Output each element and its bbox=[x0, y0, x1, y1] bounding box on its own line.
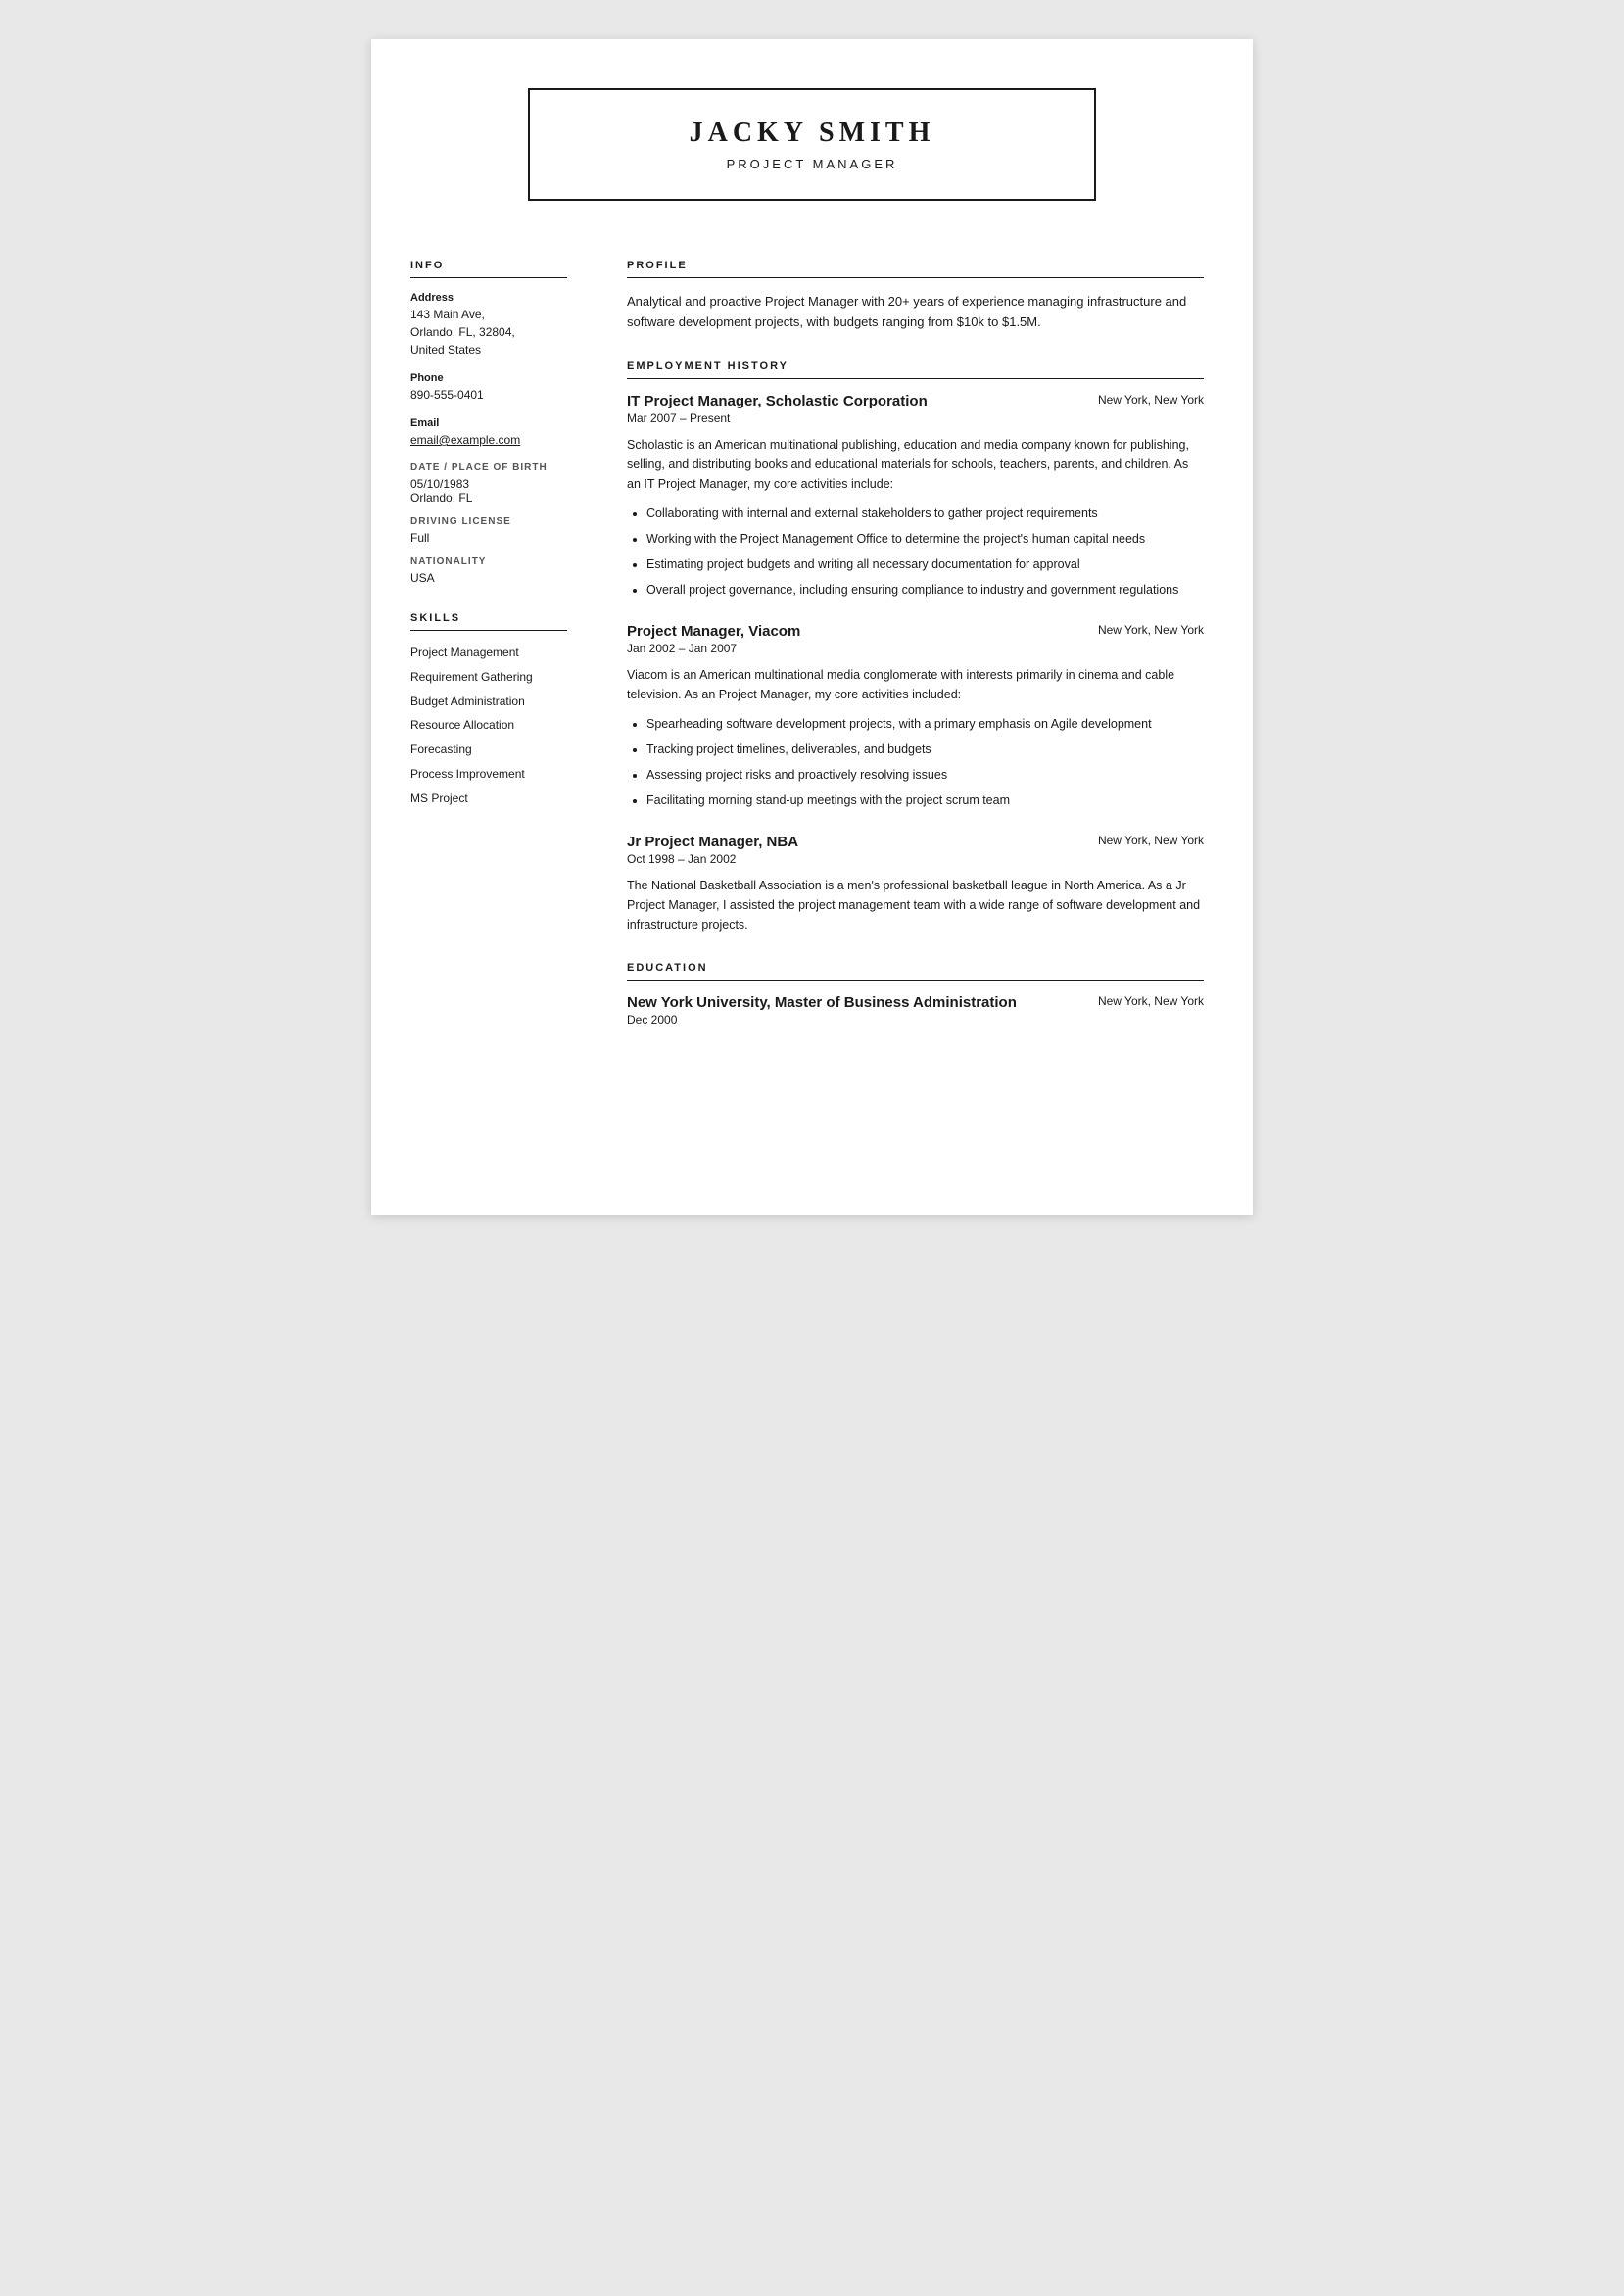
job-entry: IT Project Manager, Scholastic Corporati… bbox=[627, 393, 1204, 599]
job-location: New York, New York bbox=[1098, 623, 1204, 637]
jobs-list: IT Project Manager, Scholastic Corporati… bbox=[627, 393, 1204, 934]
header-title: PROJECT MANAGER bbox=[608, 157, 1016, 171]
dob-value: 05/10/1983 Orlando, FL bbox=[410, 477, 567, 504]
phone-label: Phone bbox=[410, 372, 567, 384]
skill-item: Process Improvement bbox=[410, 766, 567, 783]
address-label: Address bbox=[410, 292, 567, 304]
job-dates: Mar 2007 – Present bbox=[627, 411, 1204, 425]
body-layout: INFO Address 143 Main Ave,Orlando, FL, 3… bbox=[371, 240, 1253, 1093]
job-location: New York, New York bbox=[1098, 834, 1204, 847]
skills-list: Project Management Requirement Gathering B… bbox=[410, 645, 567, 807]
job-location: New York, New York bbox=[1098, 393, 1204, 407]
header-box: JACKY SMITH PROJECT MANAGER bbox=[528, 88, 1096, 201]
job-bullet-item: Collaborating with internal and external… bbox=[646, 503, 1204, 523]
employment-section: EMPLOYMENT HISTORY IT Project Manager, S… bbox=[627, 360, 1204, 934]
skill-item: Resource Allocation bbox=[410, 717, 567, 734]
job-description: Viacom is an American multinational medi… bbox=[627, 665, 1204, 704]
job-title: Jr Project Manager, NBA bbox=[627, 834, 798, 850]
edu-title: New York University, Master of Business … bbox=[627, 994, 1017, 1011]
employment-section-title: EMPLOYMENT HISTORY bbox=[627, 360, 1204, 379]
main-content: PROFILE Analytical and proactive Project… bbox=[597, 240, 1253, 1093]
email-label: Email bbox=[410, 417, 567, 429]
edu-list: New York University, Master of Business … bbox=[627, 994, 1204, 1027]
education-section-title: EDUCATION bbox=[627, 962, 1204, 981]
job-bullet-item: Assessing project risks and proactively … bbox=[646, 765, 1204, 785]
skill-item: Project Management bbox=[410, 645, 567, 661]
education-section: EDUCATION New York University, Master of… bbox=[627, 962, 1204, 1027]
edu-header: New York University, Master of Business … bbox=[627, 994, 1204, 1011]
job-entry: Project Manager, Viacom New York, New Yor… bbox=[627, 623, 1204, 810]
phone-item: Phone 890-555-0401 bbox=[410, 372, 567, 404]
edu-dates: Dec 2000 bbox=[627, 1013, 1204, 1027]
address-value: 143 Main Ave,Orlando, FL, 32804,United S… bbox=[410, 308, 515, 357]
skills-section-title: SKILLS bbox=[410, 612, 567, 631]
nationality-value: USA bbox=[410, 571, 567, 585]
job-bullet-item: Facilitating morning stand-up meetings w… bbox=[646, 790, 1204, 810]
job-dates: Jan 2002 – Jan 2007 bbox=[627, 642, 1204, 655]
phone-value: 890-555-0401 bbox=[410, 388, 484, 402]
info-section-title: INFO bbox=[410, 260, 567, 278]
skill-item: Forecasting bbox=[410, 741, 567, 758]
skill-item: Budget Administration bbox=[410, 694, 567, 710]
job-bullet-item: Estimating project budgets and writing a… bbox=[646, 554, 1204, 574]
job-bullet-item: Spearheading software development projec… bbox=[646, 714, 1204, 734]
job-description: The National Basketball Association is a… bbox=[627, 876, 1204, 934]
profile-section: PROFILE Analytical and proactive Project… bbox=[627, 260, 1204, 333]
job-header: IT Project Manager, Scholastic Corporati… bbox=[627, 393, 1204, 409]
job-bullets: Spearheading software development projec… bbox=[627, 714, 1204, 810]
job-title: IT Project Manager, Scholastic Corporati… bbox=[627, 393, 928, 409]
job-bullet-item: Tracking project timelines, deliverables… bbox=[646, 740, 1204, 759]
sidebar: INFO Address 143 Main Ave,Orlando, FL, 3… bbox=[371, 240, 597, 1093]
job-description: Scholastic is an American multinational … bbox=[627, 435, 1204, 494]
job-header: Project Manager, Viacom New York, New Yor… bbox=[627, 623, 1204, 640]
profile-text: Analytical and proactive Project Manager… bbox=[627, 292, 1204, 333]
email-link[interactable]: email@example.com bbox=[410, 433, 520, 447]
license-value: Full bbox=[410, 531, 567, 545]
skill-item: MS Project bbox=[410, 790, 567, 807]
profile-section-title: PROFILE bbox=[627, 260, 1204, 278]
nationality-label: NATIONALITY bbox=[410, 556, 567, 567]
email-item: Email email@example.com bbox=[410, 417, 567, 449]
job-header: Jr Project Manager, NBA New York, New Yor… bbox=[627, 834, 1204, 850]
skill-item: Requirement Gathering bbox=[410, 669, 567, 686]
job-dates: Oct 1998 – Jan 2002 bbox=[627, 852, 1204, 866]
job-entry: Jr Project Manager, NBA New York, New Yor… bbox=[627, 834, 1204, 934]
job-bullet-item: Working with the Project Management Offi… bbox=[646, 529, 1204, 549]
job-title: Project Manager, Viacom bbox=[627, 623, 800, 640]
address-item: Address 143 Main Ave,Orlando, FL, 32804,… bbox=[410, 292, 567, 359]
job-bullets: Collaborating with internal and external… bbox=[627, 503, 1204, 599]
header-name: JACKY SMITH bbox=[608, 118, 1016, 149]
email-value: email@example.com bbox=[410, 433, 520, 447]
resume-page: JACKY SMITH PROJECT MANAGER INFO Address… bbox=[371, 39, 1253, 1215]
header-section: JACKY SMITH PROJECT MANAGER bbox=[371, 39, 1253, 240]
dob-label: DATE / PLACE OF BIRTH bbox=[410, 462, 567, 473]
info-section: INFO Address 143 Main Ave,Orlando, FL, 3… bbox=[410, 260, 567, 585]
edu-location: New York, New York bbox=[1098, 994, 1204, 1008]
edu-entry: New York University, Master of Business … bbox=[627, 994, 1204, 1027]
job-bullet-item: Overall project governance, including en… bbox=[646, 580, 1204, 599]
license-label: DRIVING LICENSE bbox=[410, 516, 567, 527]
skills-section: SKILLS Project Management Requirement Gat… bbox=[410, 612, 567, 807]
